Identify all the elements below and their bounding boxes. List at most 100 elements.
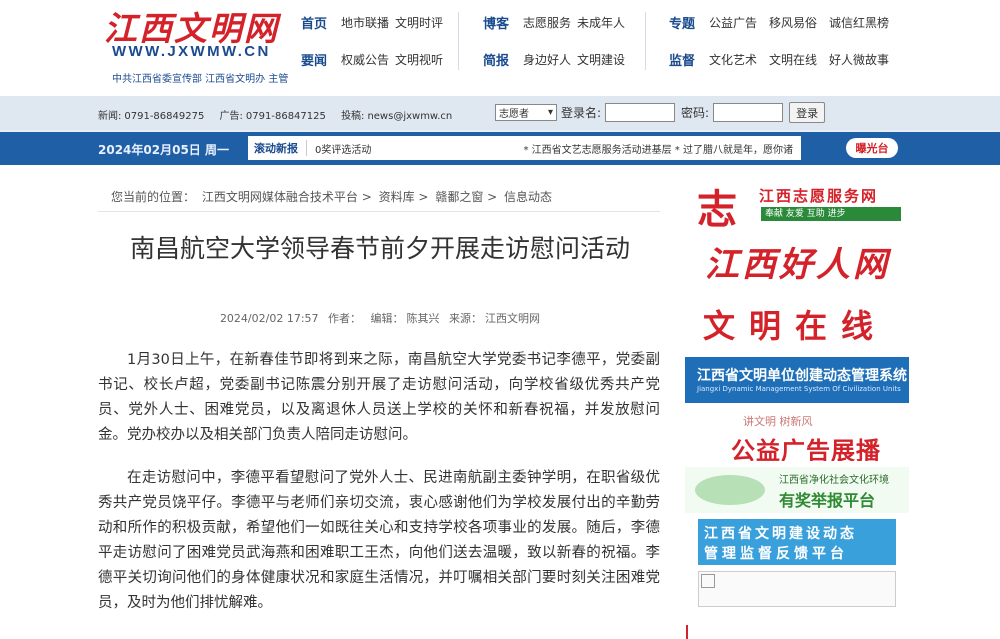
banner-title: 江西省文明单位创建动态管理系统	[697, 368, 907, 384]
nav-headlines[interactable]: 要闻	[301, 50, 327, 69]
source-label: 来源：	[449, 312, 483, 325]
banner-subtitle: 奉献 友爱 互助 进步	[761, 207, 901, 221]
top-navigation: 首页 地市联播 文明时评 要闻 权威公告 文明视听 博客 志愿服务 未成年人 简…	[295, 0, 1000, 96]
current-date: 2024年02月05日 周一	[98, 143, 229, 157]
article-body: 1月30日上午，在新春佳节即将到来之际，南昌航空大学党委书记李德平，党委副书记、…	[98, 348, 660, 634]
ticker-label: 滚动新报	[248, 140, 307, 156]
nav-good-stories[interactable]: 好人微故事	[829, 51, 889, 68]
nav-customs[interactable]: 移风易俗	[769, 14, 817, 31]
publish-time: 2024/02/02 17:57	[219, 312, 319, 325]
editor-label: 编辑：	[370, 312, 404, 325]
management-system-banner[interactable]: 江西省文明单位创建动态管理系统 Jiangxi Dynamic Manageme…	[685, 357, 909, 403]
nav-culture-art[interactable]: 文化艺术	[709, 51, 757, 68]
submit-label: 投稿:	[341, 111, 365, 122]
good-people-banner[interactable]: 江西好人网	[685, 233, 909, 289]
chevron-down-icon: ▾	[547, 107, 553, 118]
breadcrumb-item[interactable]: 资料库	[379, 190, 415, 204]
author-label: 作者：	[328, 312, 362, 325]
breadcrumb-item[interactable]: 赣鄱之窗	[435, 190, 483, 204]
volunteer-logo-mark: 志	[697, 187, 737, 227]
nav-public-ads[interactable]: 公益广告	[709, 14, 757, 31]
nav-good-people[interactable]: 身边好人	[523, 51, 571, 68]
source-name: 江西文明网	[485, 312, 541, 325]
editor-name: 陈其兴	[406, 312, 440, 325]
news-ticker: 滚动新报 0奖评选活动 * 江西省文艺志愿服务活动进基层 * 过了腊八就是年，愿…	[248, 136, 801, 160]
report-platform-banner[interactable]: 江西省净化社会文化环境 有奖举报平台	[685, 467, 909, 513]
contact-info: 新闻: 0791-86849275 广告: 0791-86847125 投稿: new…	[98, 107, 464, 122]
leaf-icon	[695, 475, 765, 505]
breadcrumb-item[interactable]: 信息动态	[504, 190, 552, 204]
username-input[interactable]	[605, 103, 676, 122]
nav-divider	[458, 12, 459, 70]
article-paragraph: 1月30日上午，在新春佳节即将到来之际，南昌航空大学党委书记李德平，党委副书记、…	[98, 352, 660, 443]
banner-title: 江西好人网	[705, 245, 890, 285]
ad-phone: 0791-86847125	[245, 111, 326, 122]
login-button[interactable]: 登录	[789, 102, 826, 123]
news-phone: 0791-86849275	[124, 111, 205, 122]
nav-divider	[645, 12, 646, 70]
banner-title: 有奖举报平台	[779, 491, 876, 510]
volunteer-service-banner[interactable]: 志 江西志愿服务网 奉献 友爱 互助 进步	[685, 175, 909, 227]
nav-commentary[interactable]: 文明时评	[395, 14, 443, 31]
accent-line	[686, 625, 688, 639]
nav-media[interactable]: 文明视听	[395, 51, 443, 68]
nav-civilization-online[interactable]: 文明在线	[769, 51, 817, 68]
ticker-item[interactable]: * 江西省文艺志愿服务活动进基层 * 过了腊八就是年，愿你诸	[523, 141, 793, 156]
banner-title: 江西志愿服务网	[759, 187, 879, 205]
breadcrumb-item[interactable]: 江西文明网媒体融合技术平台	[202, 190, 358, 204]
civilization-online-banner[interactable]: 文明在线	[685, 295, 909, 351]
user-type-value: 志愿者	[499, 109, 529, 120]
breadcrumb-separator: >	[487, 190, 498, 204]
ticker-item[interactable]: 0奖评选活动	[315, 141, 371, 156]
divider	[98, 211, 660, 212]
nav-group-1: 首页 地市联播 文明时评 要闻 权威公告 文明视听	[301, 10, 449, 84]
nav-volunteer[interactable]: 志愿服务	[523, 14, 571, 31]
nav-supervision[interactable]: 监督	[669, 50, 695, 69]
date-ticker-bar: 2024年02月05日 周一 滚动新报 0奖评选活动 * 江西省文艺志愿服务活动…	[0, 130, 1000, 165]
banner-title: 江西省文明建设动态	[704, 526, 857, 542]
username-label: 登录名:	[561, 106, 602, 120]
broken-image-icon	[701, 574, 715, 588]
site-logo[interactable]: 江西文明网 WWW.JXWMW.CN 中共江西省委宣传部 江西省文明办 主管	[104, 0, 304, 96]
password-input[interactable]	[713, 103, 784, 122]
breadcrumb-prefix: 您当前的位置：	[111, 190, 196, 204]
public-ads-banner[interactable]: 讲文明 树新风 公益广告展播	[685, 409, 909, 461]
article-paragraph: 在走访慰问中，李德平看望慰问了党外人士、民进南航副主委钟学明，在职省级优秀共产党…	[98, 470, 660, 611]
banner-subtitle: Jiangxi Dynamic Management System Of Civ…	[697, 385, 901, 393]
breadcrumb: 您当前的位置： 江西文明网媒体融合技术平台 > 资料库 > 赣鄱之窗 > 信息动…	[111, 188, 552, 205]
logo-url: WWW.JXWMW.CN	[112, 43, 271, 60]
nav-city-news[interactable]: 地市联播	[341, 14, 389, 31]
expose-button[interactable]: 曝光台	[846, 138, 898, 158]
banner-title: 文明在线	[703, 307, 888, 345]
nav-group-3: 专题 公益广告 移风易俗 诚信红黑榜 监督 文化艺术 文明在线 好人微故事	[669, 10, 895, 84]
login-form: 志愿者 ▾ 登录名: 密码: 登录	[495, 102, 826, 123]
article-meta: 2024/02/02 17:57 作者： 编辑： 陈其兴 来源： 江西文明网	[110, 310, 650, 326]
user-type-select[interactable]: 志愿者 ▾	[495, 104, 557, 121]
nav-announcements[interactable]: 权威公告	[341, 51, 389, 68]
feedback-platform-banner[interactable]: 江西省文明建设动态 管理监督反馈平台	[698, 519, 896, 565]
info-bar: 新闻: 0791-86849275 广告: 0791-86847125 投稿: new…	[0, 96, 1000, 130]
nav-home[interactable]: 首页	[301, 13, 327, 32]
banner-subtitle: 江西省净化社会文化环境	[779, 475, 889, 486]
banner-title: 公益广告展播	[731, 437, 881, 461]
breadcrumb-separator: >	[418, 190, 429, 204]
nav-credit-list[interactable]: 诚信红黑榜	[829, 14, 889, 31]
banner-subtitle: 管理监督反馈平台	[704, 546, 848, 562]
nav-briefing[interactable]: 简报	[483, 50, 509, 69]
header: 江西文明网 WWW.JXWMW.CN 中共江西省委宣传部 江西省文明办 主管 首…	[0, 0, 1000, 96]
main-content: 您当前的位置： 江西文明网媒体融合技术平台 > 资料库 > 赣鄱之窗 > 信息动…	[0, 165, 1000, 639]
nav-blog[interactable]: 博客	[483, 13, 509, 32]
nav-topics[interactable]: 专题	[669, 13, 695, 32]
nav-civilization[interactable]: 文明建设	[577, 51, 625, 68]
news-label: 新闻:	[98, 111, 122, 122]
nav-minors[interactable]: 未成年人	[577, 14, 625, 31]
nav-group-2: 博客 志愿服务 未成年人 简报 身边好人 文明建设	[483, 10, 631, 84]
banner-subtitle: 讲文明 树新风	[743, 415, 813, 428]
password-label: 密码:	[681, 106, 710, 120]
article-title: 南昌航空大学领导春节前夕开展走访慰问活动	[129, 234, 630, 263]
submit-email[interactable]: news@jxwmw.cn	[367, 111, 452, 122]
sidebar-banners: 志 江西志愿服务网 奉献 友爱 互助 进步 江西好人网 文明在线 江西省文明单位…	[685, 175, 909, 613]
broken-image-banner[interactable]	[698, 571, 896, 607]
logo-subtitle: 中共江西省委宣传部 江西省文明办 主管	[112, 74, 289, 85]
ad-label: 广告:	[219, 111, 243, 122]
